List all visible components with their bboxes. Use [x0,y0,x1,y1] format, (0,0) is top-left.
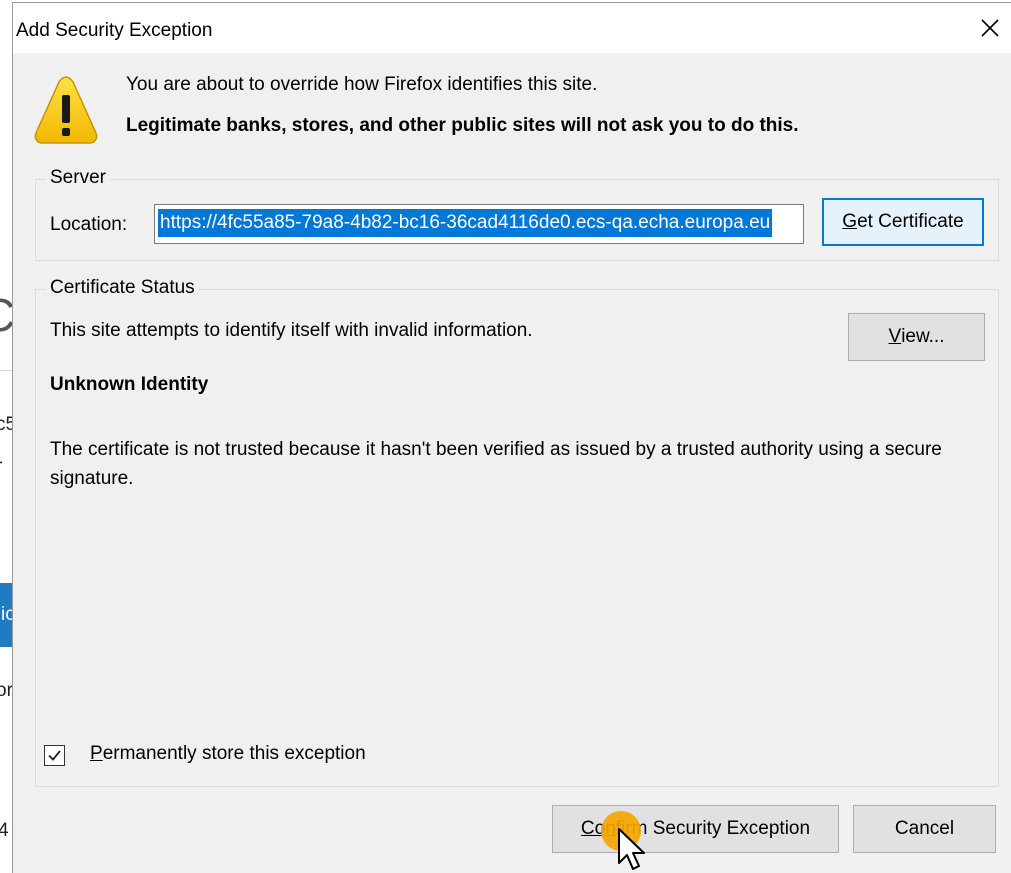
identity-heading: Unknown Identity [50,374,209,395]
warning-triangle-icon [34,76,98,144]
mouse-pointer-icon [618,828,645,870]
background-text: C [0,288,12,342]
get-certificate-accesskey: G [842,211,858,232]
get-certificate-label: et Certificate [857,211,964,232]
view-button[interactable]: View... [848,313,985,361]
background-text: 4 [0,820,9,841]
background-text: r [0,456,2,478]
permanent-label-text: ermanently store this exception [102,743,366,764]
server-legend: Server [46,167,110,189]
explanation-text: The certificate is not trusted because i… [50,439,942,489]
view-label: iew... [901,326,945,347]
close-button[interactable] [969,3,1011,53]
background-divider [0,370,12,371]
view-accesskey: V [888,326,902,347]
background-page: C c5 r ic or 4 [0,0,12,873]
permanent-checkbox-label[interactable]: Permanently store this exception [90,743,366,765]
dialog-titlebar: Add Security Exception [13,3,1011,53]
get-certificate-button[interactable]: Get Certificate [822,198,984,246]
background-button: ic [0,583,12,647]
permanent-accesskey: P [90,743,103,764]
location-label: Location: [50,214,128,235]
dialog-title: Add Security Exception [16,20,213,41]
status-text: This site attempts to identify itself wi… [50,320,533,341]
add-security-exception-dialog: Add Security Exception You are about to … [12,2,1011,873]
location-value: https://4fc55a85-79a8-4b82-bc16-36cad411… [158,209,773,237]
certificate-status-legend: Certificate Status [46,277,199,299]
certificate-status-group: Certificate Status This site attempts to… [35,277,999,787]
intro-text: You are about to override how Firefox id… [126,74,598,95]
cancel-button[interactable]: Cancel [853,805,996,853]
confirm-security-exception-button[interactable]: Con firm Security Exception [552,805,839,853]
background-text: or [0,680,12,701]
background-text: c5 [0,414,12,435]
server-group: Server Location: https://4fc55a85-79a8-4… [35,167,999,261]
close-icon [981,19,999,37]
checkmark-icon [48,750,61,761]
warning-text: Legitimate banks, stores, and other publ… [126,115,799,136]
permanent-checkbox[interactable] [44,745,65,766]
location-input[interactable]: https://4fc55a85-79a8-4b82-bc16-36cad411… [154,204,804,244]
